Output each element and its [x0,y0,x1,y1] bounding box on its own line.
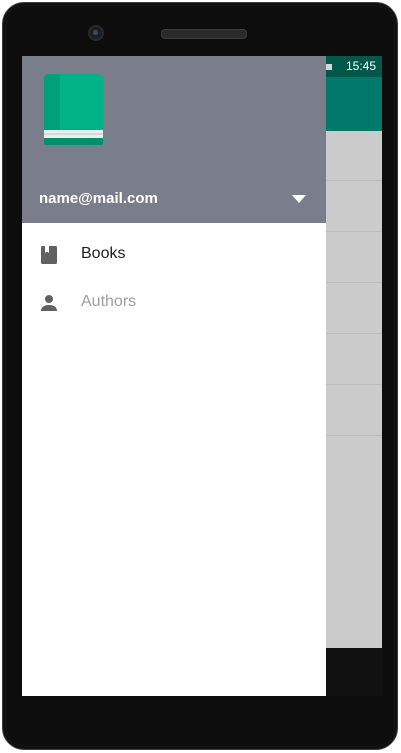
menu-item-books[interactable]: Books [22,231,326,279]
earpiece-speaker [161,29,247,39]
menu-label-authors: Authors [81,293,137,310]
account-email: name@mail.com [39,190,158,207]
drawer-header: name@mail.com [22,56,326,223]
person-icon [41,295,57,311]
status-time: 15:45 [345,59,376,73]
navigation-drawer: name@mail.com Books Authors [22,56,326,696]
menu-label-books: Books [81,245,126,262]
book-icon [41,246,57,264]
menu-item-authors[interactable]: Authors [22,279,326,327]
front-camera [88,25,104,41]
arrow-drop-down-icon[interactable] [292,195,306,203]
book-logo-icon [44,74,103,145]
notification-icon [326,64,332,70]
